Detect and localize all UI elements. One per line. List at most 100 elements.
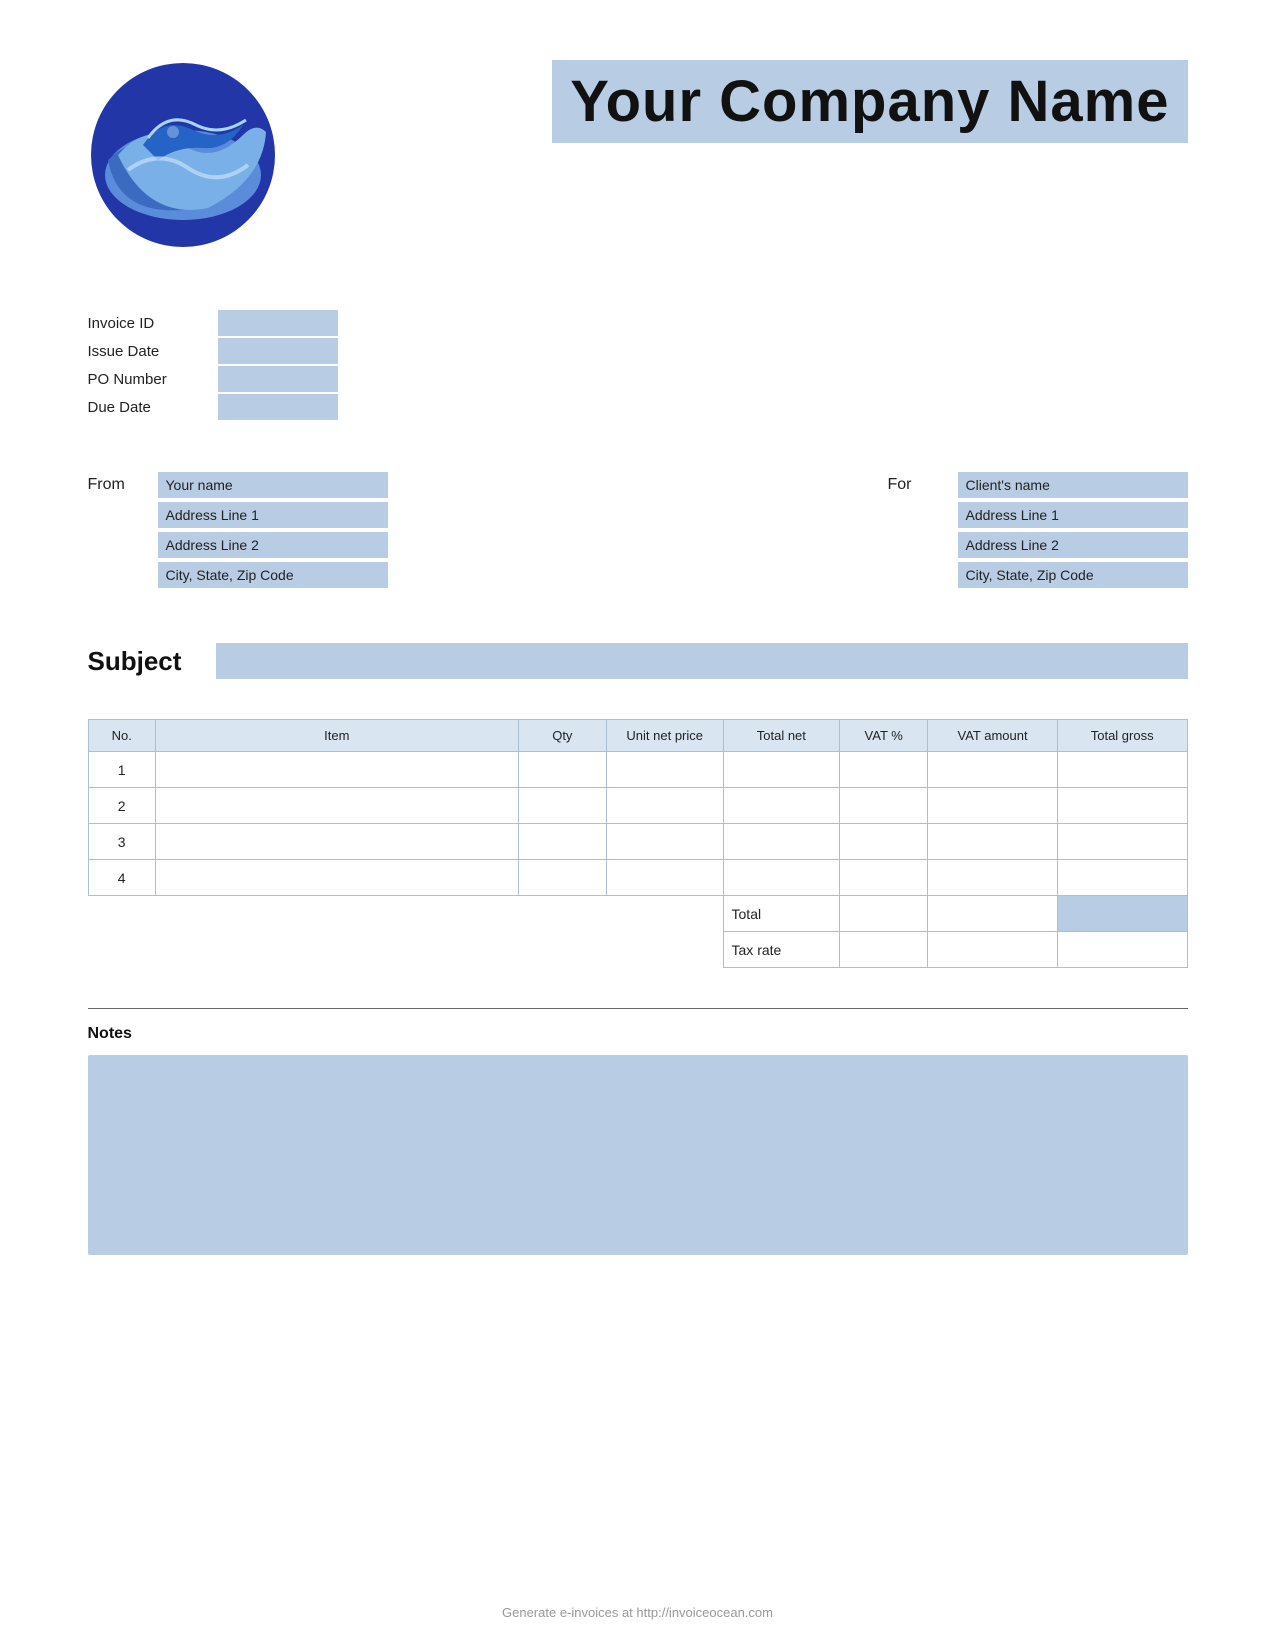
company-name[interactable]: Your Company Name: [552, 60, 1187, 143]
meta-row-po-number: PO Number: [88, 366, 1188, 392]
row2-item[interactable]: [155, 788, 518, 824]
from-label: From: [88, 472, 138, 494]
row3-total-net[interactable]: [723, 824, 840, 860]
col-header-vat-pct: VAT %: [840, 720, 928, 752]
invoice-id-field[interactable]: [218, 310, 338, 336]
row2-unit-net[interactable]: [606, 788, 723, 824]
col-header-item: Item: [155, 720, 518, 752]
total-empty-1: [88, 896, 606, 932]
tax-rate-vat-pct[interactable]: [840, 932, 928, 968]
row3-unit-net[interactable]: [606, 824, 723, 860]
table-row: 1: [88, 752, 1187, 788]
row2-total-net[interactable]: [723, 788, 840, 824]
meta-row-issue-date: Issue Date: [88, 338, 1188, 364]
row1-item[interactable]: [155, 752, 518, 788]
row4-no[interactable]: 4: [88, 860, 155, 896]
row1-total-net[interactable]: [723, 752, 840, 788]
notes-field[interactable]: [88, 1055, 1188, 1255]
tax-rate-row: Tax rate: [88, 932, 1187, 968]
row4-total-net[interactable]: [723, 860, 840, 896]
col-header-total-gross: Total gross: [1057, 720, 1187, 752]
meta-row-due-date: Due Date: [88, 394, 1188, 420]
from-address2-field[interactable]: Address Line 2: [158, 532, 388, 558]
logo-circle: [88, 60, 278, 250]
due-date-label: Due Date: [88, 399, 218, 416]
meta-row-invoice-id: Invoice ID: [88, 310, 1188, 336]
row3-qty[interactable]: [518, 824, 606, 860]
footer-text: Generate e-invoices at http://invoiceoce…: [502, 1605, 773, 1620]
table-row: 2: [88, 788, 1187, 824]
row4-item[interactable]: [155, 860, 518, 896]
footer: Generate e-invoices at http://invoiceoce…: [0, 1605, 1275, 1620]
row3-no[interactable]: 3: [88, 824, 155, 860]
tax-empty-2: [606, 932, 723, 968]
from-address1-field[interactable]: Address Line 1: [158, 502, 388, 528]
col-header-no: No.: [88, 720, 155, 752]
row4-vat-amount[interactable]: [928, 860, 1058, 896]
col-header-total-net: Total net: [723, 720, 840, 752]
row2-qty[interactable]: [518, 788, 606, 824]
tax-empty-1: [88, 932, 606, 968]
issue-date-label: Issue Date: [88, 343, 218, 360]
total-label: Total: [723, 896, 840, 932]
tax-rate-gross[interactable]: [1057, 932, 1187, 968]
col-header-unit-net-price: Unit net price: [606, 720, 723, 752]
subject-section: Subject: [88, 643, 1188, 679]
po-number-label: PO Number: [88, 371, 218, 388]
from-fields: Your name Address Line 1 Address Line 2 …: [158, 472, 388, 588]
for-address1-field[interactable]: Address Line 1: [958, 502, 1188, 528]
row2-no[interactable]: 2: [88, 788, 155, 824]
logo-area: [88, 60, 308, 250]
row2-vat-pct[interactable]: [840, 788, 928, 824]
row3-vat-pct[interactable]: [840, 824, 928, 860]
header: Your Company Name: [88, 60, 1188, 250]
for-fields: Client's name Address Line 1 Address Lin…: [958, 472, 1188, 588]
from-name-field[interactable]: Your name: [158, 472, 388, 498]
row4-qty[interactable]: [518, 860, 606, 896]
from-block: From Your name Address Line 1 Address Li…: [88, 472, 388, 588]
col-header-vat-amount: VAT amount: [928, 720, 1058, 752]
company-name-area: Your Company Name: [552, 60, 1187, 153]
row4-total-gross[interactable]: [1057, 860, 1187, 896]
subject-field[interactable]: [216, 643, 1188, 679]
total-row: Total: [88, 896, 1187, 932]
tax-rate-vat-amount[interactable]: [928, 932, 1058, 968]
table-row: 4: [88, 860, 1187, 896]
invoice-id-label: Invoice ID: [88, 315, 218, 332]
col-header-qty: Qty: [518, 720, 606, 752]
row2-total-gross[interactable]: [1057, 788, 1187, 824]
row3-item[interactable]: [155, 824, 518, 860]
total-gross-value[interactable]: [1057, 896, 1187, 932]
issue-date-field[interactable]: [218, 338, 338, 364]
from-city-field[interactable]: City, State, Zip Code: [158, 562, 388, 588]
row3-total-gross[interactable]: [1057, 824, 1187, 860]
for-name-field[interactable]: Client's name: [958, 472, 1188, 498]
po-number-field[interactable]: [218, 366, 338, 392]
total-vat-pct[interactable]: [840, 896, 928, 932]
row1-vat-amount[interactable]: [928, 752, 1058, 788]
row4-unit-net[interactable]: [606, 860, 723, 896]
total-empty-2: [606, 896, 723, 932]
row1-vat-pct[interactable]: [840, 752, 928, 788]
row3-vat-amount[interactable]: [928, 824, 1058, 860]
for-label: For: [888, 472, 938, 494]
address-section: From Your name Address Line 1 Address Li…: [88, 472, 1188, 588]
row1-unit-net[interactable]: [606, 752, 723, 788]
row1-qty[interactable]: [518, 752, 606, 788]
for-block: For Client's name Address Line 1 Address…: [888, 472, 1188, 588]
logo-icon: [88, 60, 278, 250]
for-address2-field[interactable]: Address Line 2: [958, 532, 1188, 558]
row1-no[interactable]: 1: [88, 752, 155, 788]
table-row: 3: [88, 824, 1187, 860]
for-city-field[interactable]: City, State, Zip Code: [958, 562, 1188, 588]
notes-divider: [88, 1008, 1188, 1009]
invoice-meta: Invoice ID Issue Date PO Number Due Date: [88, 310, 1188, 422]
total-vat-amount[interactable]: [928, 896, 1058, 932]
row2-vat-amount[interactable]: [928, 788, 1058, 824]
row4-vat-pct[interactable]: [840, 860, 928, 896]
due-date-field[interactable]: [218, 394, 338, 420]
subject-label: Subject: [88, 646, 198, 677]
invoice-table: No. Item Qty Unit net price Total net VA…: [88, 719, 1188, 968]
row1-total-gross[interactable]: [1057, 752, 1187, 788]
notes-label: Notes: [88, 1025, 1188, 1043]
